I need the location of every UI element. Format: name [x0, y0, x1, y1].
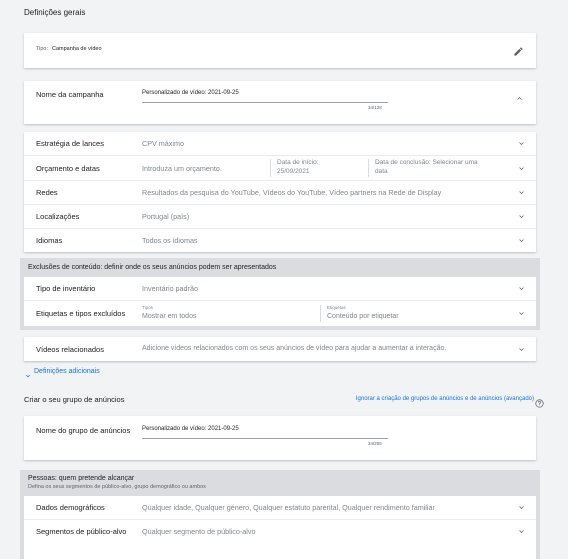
demographics-value: Qualquer idade, Qualquer género, Qualque…	[142, 503, 435, 512]
additional-settings-toggle[interactable]: Definições adicionais	[24, 366, 100, 378]
campaign-name-counter: 34/128	[368, 105, 382, 110]
people-header: Pessoas: quem pretende alcançar	[28, 475, 135, 482]
start-date-label: Data de início:	[277, 159, 319, 166]
section-title-ad-group: Criar o seu grupo de anúncios	[24, 395, 125, 404]
help-icon[interactable]	[535, 395, 544, 408]
campaign-settings-card: Estratégia de lances CPV máximo Orçament…	[24, 132, 536, 252]
exclusions-header: Exclusões de conteúdo: definir onde os s…	[28, 264, 277, 271]
campaign-name-input[interactable]: Personalizado de vídeo: 2021-09-25	[142, 90, 239, 96]
types-value: Mostrar em todos	[142, 313, 197, 320]
chevron-down-icon[interactable]	[516, 236, 526, 246]
section-title-general: Definições gerais	[24, 8, 86, 17]
setting-row-bidding[interactable]: Estratégia de lances CPV máximo	[24, 132, 536, 156]
inventory-label: Tipo de inventário	[36, 284, 96, 293]
campaign-name-card: Nome da campanha Personalizado de vídeo:…	[24, 81, 536, 124]
networks-label: Redes	[36, 188, 58, 197]
end-date-label: Data de conclusão: Selecionar uma	[375, 159, 478, 166]
setting-row-inventory[interactable]: Tipo de inventário Inventário padrão	[24, 277, 536, 301]
chevron-down-icon[interactable]	[516, 163, 526, 173]
edit-pencil-icon[interactable]	[513, 44, 524, 56]
people-subheader: Defina os seus segmentos de público-alvo…	[28, 484, 206, 490]
setting-row-budget[interactable]: Orçamento e datas Introduza um orçamento…	[24, 156, 536, 181]
divider	[320, 305, 321, 322]
chevron-down-icon	[24, 367, 32, 378]
type-value: Campanha de vídeo	[52, 46, 102, 52]
budget-label: Orçamento e datas	[36, 163, 100, 173]
campaign-name-underline	[142, 102, 388, 103]
divider	[270, 159, 271, 177]
audiences-value: Qualquer segmento de público-alvo	[142, 527, 256, 536]
ad-group-name-input[interactable]: Personalizado de vídeo: 2021-09-25	[142, 426, 239, 432]
people-card: Dados demográficos Qualquer idade, Qualq…	[24, 496, 536, 559]
campaign-name-label: Nome da campanha	[36, 90, 104, 99]
related-videos-card[interactable]: Vídeos relacionados Adicione vídeos rela…	[24, 337, 536, 361]
chevron-down-icon[interactable]	[516, 344, 526, 354]
tags-value: Conteúdo por etiquetar	[327, 313, 399, 320]
setting-row-excluded-labels[interactable]: Etiquetas e tipos excluídos Tipos Mostra…	[24, 301, 536, 326]
related-videos-value: Adicione vídeos relacionados com os seus…	[142, 345, 447, 352]
additional-settings-link[interactable]: Definições adicionais	[34, 368, 100, 375]
setting-row-audiences[interactable]: Segmentos de público-alvo Qualquer segme…	[24, 520, 536, 543]
setting-row-languages[interactable]: Idiomas Todos os idiomas	[24, 229, 536, 252]
locations-value: Portugal (país)	[142, 212, 190, 221]
skip-ad-group-link[interactable]: Ignorar a criação de grupos de anúncios …	[356, 396, 534, 402]
networks-value: Resultados da pesquisa do YouTube, Vídeo…	[142, 188, 442, 197]
bidding-label: Estratégia de lances	[36, 139, 104, 148]
setting-row-locations[interactable]: Localizações Portugal (país)	[24, 205, 536, 229]
chevron-down-icon[interactable]	[516, 139, 526, 149]
budget-value: Introduza um orçamento.	[142, 163, 222, 173]
type-prefix: Tipo:	[36, 46, 49, 52]
ad-group-name-label: Nome do grupo de anúncios	[36, 426, 131, 435]
chevron-down-icon[interactable]	[516, 284, 526, 294]
tags-caption: Etiquetas	[327, 305, 346, 310]
people-section: Pessoas: quem pretende alcançar Defina o…	[20, 470, 540, 559]
start-date-value: 25/09/2021	[277, 168, 310, 175]
audiences-label: Segmentos de público-alvo	[36, 527, 127, 536]
chevron-down-icon[interactable]	[516, 188, 526, 198]
locations-label: Localizações	[36, 212, 80, 221]
ad-group-name-counter: 34/255	[368, 441, 382, 446]
bidding-value: CPV máximo	[142, 139, 184, 148]
languages-label: Idiomas	[36, 236, 63, 245]
excluded-labels-label: Etiquetas e tipos excluídos	[36, 309, 126, 318]
content-exclusions-section: Exclusões de conteúdo: definir onde os s…	[20, 258, 540, 330]
chevron-down-icon[interactable]	[516, 212, 526, 222]
exclusions-card: Tipo de inventário Inventário padrão Eti…	[24, 277, 536, 326]
demographics-label: Dados demográficos	[36, 503, 105, 512]
chevron-down-icon[interactable]	[516, 503, 526, 513]
languages-value: Todos os idiomas	[142, 236, 198, 245]
ad-group-name-underline	[142, 438, 388, 439]
inventory-value: Inventário padrão	[142, 284, 198, 293]
chevron-down-icon[interactable]	[516, 527, 526, 537]
related-videos-label: Vídeos relacionados	[36, 345, 104, 354]
types-caption: Tipos	[142, 305, 153, 310]
ad-group-name-card: Nome do grupo de anúncios Personalizado …	[24, 416, 536, 460]
setting-row-demographics[interactable]: Dados demográficos Qualquer idade, Qualq…	[24, 496, 536, 520]
collapse-chevron-up-icon[interactable]	[515, 90, 524, 100]
campaign-type-card[interactable]: Tipo: Campanha de vídeo	[24, 33, 536, 68]
chevron-down-icon[interactable]	[516, 309, 526, 319]
end-date-value: data	[375, 168, 388, 175]
setting-row-networks[interactable]: Redes Resultados da pesquisa do YouTube,…	[24, 181, 536, 205]
divider	[368, 159, 369, 177]
